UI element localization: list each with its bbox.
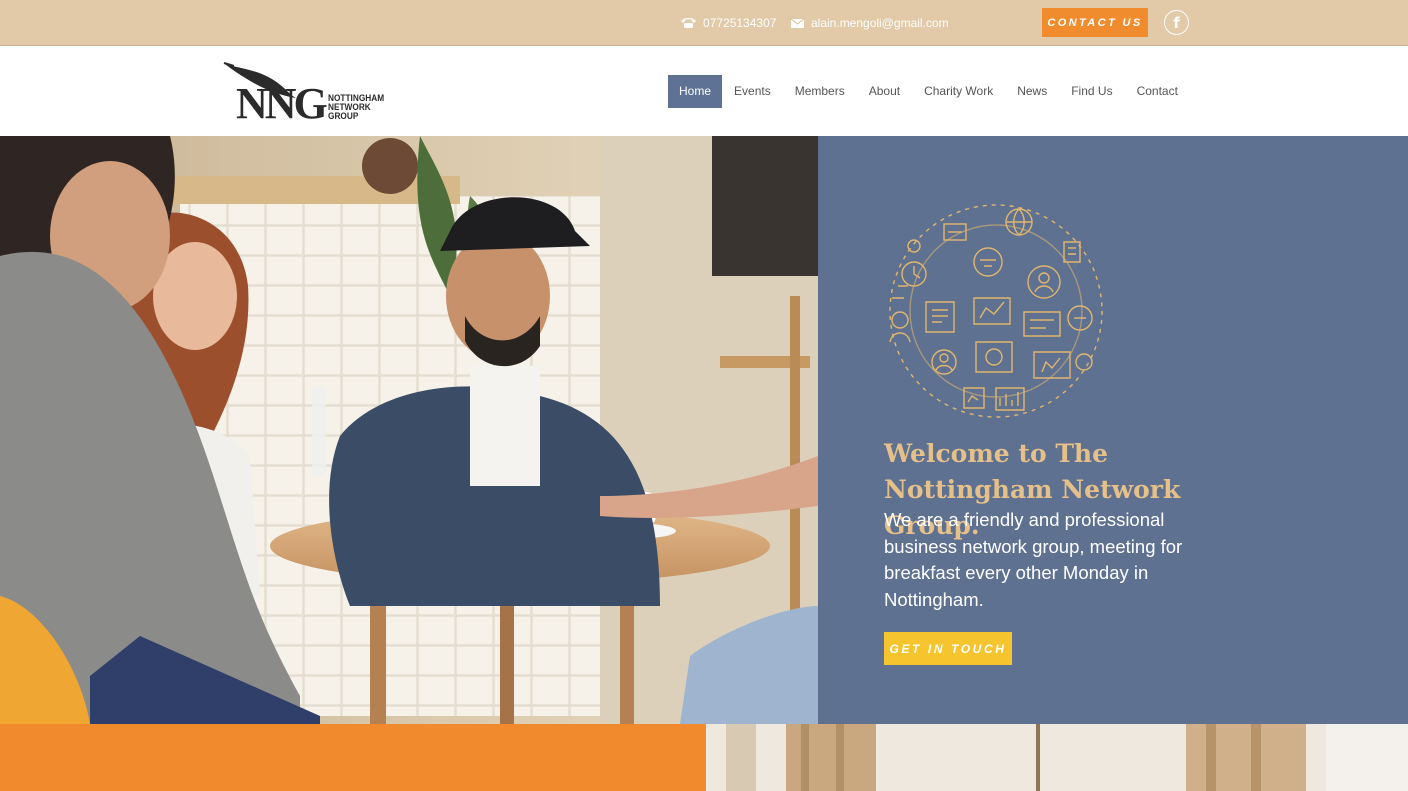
nav-find-us[interactable]: Find Us	[1059, 75, 1124, 108]
logo-wordmark: NOTTINGHAM NETWORK GROUP	[328, 94, 384, 121]
logo-initials: NNG	[236, 79, 328, 128]
top-contact-bar: 07725134307 alain.mengoli@gmail.com CONT…	[0, 0, 1408, 46]
site-logo[interactable]: NNG NOTTINGHAM NETWORK GROUP	[222, 60, 398, 128]
nav-charity-work[interactable]: Charity Work	[912, 75, 1005, 108]
interior-photo	[706, 724, 1408, 791]
contact-us-button[interactable]: CONTACT US	[1042, 8, 1148, 37]
get-in-touch-button[interactable]: GET IN TOUCH	[884, 632, 1012, 665]
main-nav: Home Events Members About Charity Work N…	[668, 75, 1190, 108]
site-header: NNG NOTTINGHAM NETWORK GROUP Home Events…	[0, 46, 1408, 136]
facebook-icon[interactable]: f	[1164, 10, 1189, 35]
hero-photo	[0, 136, 818, 724]
hero-panel: Welcome to The Nottingham Network Group.…	[818, 136, 1408, 724]
email-address[interactable]: alain.mengoli@gmail.com	[811, 16, 949, 30]
nav-home[interactable]: Home	[668, 75, 723, 108]
nav-members[interactable]: Members	[783, 75, 857, 108]
hero-intro-text: We are a friendly and professional busin…	[884, 509, 1183, 610]
nav-about[interactable]: About	[857, 75, 912, 108]
logo-line-3: GROUP	[328, 111, 359, 121]
nav-news[interactable]: News	[1005, 75, 1059, 108]
email-contact[interactable]: alain.mengoli@gmail.com	[790, 15, 949, 31]
orange-section	[0, 724, 706, 791]
nav-contact[interactable]: Contact	[1125, 75, 1190, 108]
business-icons-globe-icon	[889, 204, 1103, 418]
phone-contact[interactable]: 07725134307	[680, 15, 776, 31]
phone-icon	[680, 17, 697, 29]
nav-events[interactable]: Events	[722, 75, 783, 108]
envelope-icon	[790, 17, 805, 29]
phone-number[interactable]: 07725134307	[703, 16, 776, 30]
